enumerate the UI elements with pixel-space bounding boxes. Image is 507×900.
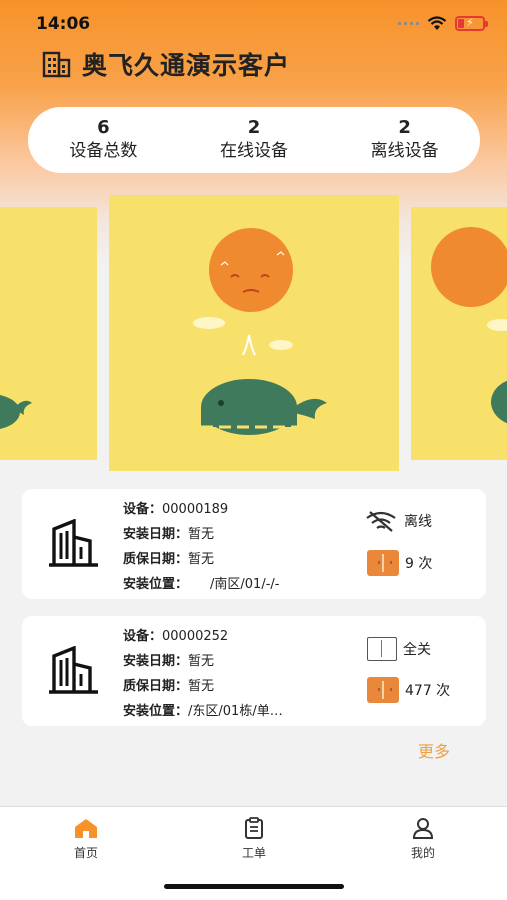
person-icon [412, 818, 434, 839]
banner-slide-current[interactable] [109, 195, 399, 471]
home-indicator[interactable] [164, 884, 344, 889]
building-icon [49, 519, 98, 567]
warranty-date: 暂无 [188, 679, 215, 694]
stat-label: 设备总数 [69, 141, 138, 161]
open-count: 477 次 [367, 677, 450, 703]
device-id: 00000252 [162, 629, 229, 644]
install-date-label: 安装日期： [123, 654, 189, 669]
install-location: /南区/01/-/- [210, 577, 280, 592]
status-icons: ⚡ [398, 16, 488, 31]
device-card[interactable]: 设备：00000189 安装日期：暂无 质保日期：暂无 安装位置：/南区/01/… [22, 489, 486, 599]
whale-illustration [0, 395, 32, 429]
door-count-icon [367, 550, 399, 576]
location-label: 安装位置： [123, 577, 189, 592]
device-label: 设备： [123, 502, 163, 517]
tab-mine[interactable]: 我的 [393, 817, 453, 861]
whale-sun-illustration [193, 228, 327, 435]
device-status: 离线 [364, 510, 432, 532]
whale-sun-illustration [431, 227, 507, 424]
stat-online-devices[interactable]: 2 在线设备 [179, 117, 330, 163]
status-text: 全关 [403, 642, 431, 658]
stat-offline-devices[interactable]: 2 离线设备 [329, 117, 480, 163]
count-text: 477 次 [405, 683, 451, 699]
status-bar: 14:06 ⚡ [0, 0, 507, 50]
tab-label: 首页 [73, 846, 98, 860]
device-card[interactable]: 设备：00000252 安装日期：暂无 质保日期：暂无 安装位置：/东区/01栋… [22, 616, 486, 726]
wifi-off-icon [366, 511, 396, 532]
stat-label: 离线设备 [370, 141, 439, 161]
install-date: 暂无 [188, 654, 215, 669]
building-icon [49, 646, 98, 694]
device-label: 设备： [123, 629, 163, 644]
banner-slide-previous[interactable] [0, 207, 97, 460]
install-location: /东区/01栋/单… [188, 704, 283, 719]
more-link[interactable]: 更多 [418, 738, 450, 762]
cellular-signal-icon [398, 22, 419, 25]
device-info: 设备：00000252 安装日期：暂无 质保日期：暂无 安装位置：/东区/01栋… [123, 624, 283, 724]
install-date: 暂无 [188, 527, 215, 542]
warranty-label: 质保日期： [123, 679, 189, 694]
stat-value: 2 [247, 117, 261, 138]
banner-slide-next[interactable] [411, 207, 507, 460]
tab-label: 我的 [410, 846, 435, 860]
open-count: 9 次 [367, 550, 432, 576]
stat-label: 在线设备 [220, 141, 288, 161]
page-header: 奥飞久通演示客户 [42, 46, 290, 82]
tab-home[interactable]: 首页 [56, 817, 116, 861]
install-date-label: 安装日期： [123, 527, 189, 542]
device-id: 00000189 [162, 502, 229, 517]
battery-icon: ⚡ [455, 16, 488, 31]
stat-value: 2 [398, 117, 411, 138]
location-label: 安装位置： [123, 704, 189, 719]
count-text: 9 次 [405, 556, 433, 572]
home-icon [75, 819, 97, 838]
warranty-label: 质保日期： [123, 552, 189, 567]
warranty-date: 暂无 [188, 552, 215, 567]
door-count-icon [367, 677, 399, 703]
clipboard-icon [245, 817, 263, 839]
wifi-icon [427, 16, 447, 30]
stat-value: 6 [97, 117, 110, 138]
status-text: 离线 [404, 514, 432, 530]
device-stats-card: 6 设备总数 2 在线设备 2 离线设备 [28, 107, 480, 173]
stat-total-devices[interactable]: 6 设备总数 [28, 117, 179, 163]
tab-label: 工单 [241, 846, 266, 860]
status-time: 14:06 [36, 14, 91, 34]
building-icon [42, 51, 71, 78]
device-status: 全关 [367, 637, 431, 661]
page-title: 奥飞久通演示客户 [82, 51, 291, 80]
door-closed-icon [367, 637, 397, 661]
device-info: 设备：00000189 安装日期：暂无 质保日期：暂无 安装位置：/南区/01/… [123, 497, 279, 597]
tab-workorder[interactable]: 工单 [224, 817, 284, 861]
